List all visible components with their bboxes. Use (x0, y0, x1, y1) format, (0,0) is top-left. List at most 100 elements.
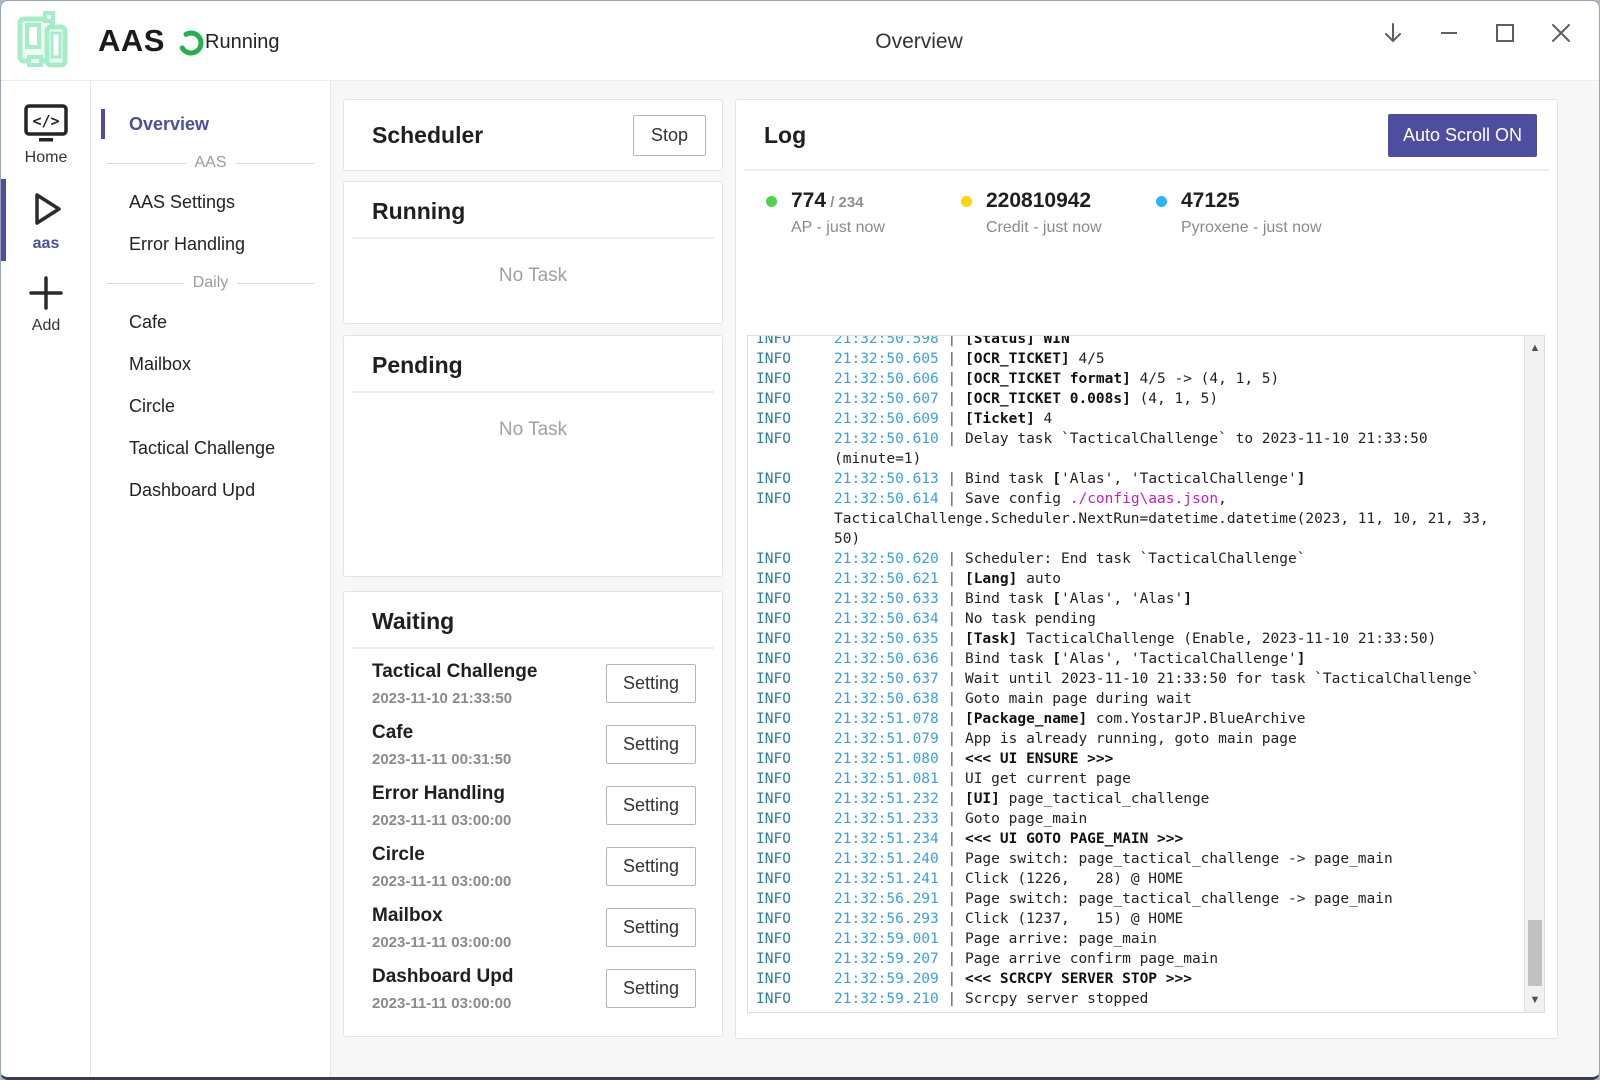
log-separator: | (939, 591, 965, 607)
log-level: INFO (756, 629, 834, 649)
sidebar-item-overview[interactable]: Overview (91, 103, 330, 145)
waiting-task-name: Cafe (372, 722, 511, 744)
window-controls (1371, 13, 1583, 53)
log-level: INFO (756, 869, 834, 889)
setting-button[interactable]: Setting (606, 908, 696, 947)
rail-item-add[interactable]: Add (1, 263, 91, 345)
log-message: 21:32:56.293 | Click (1237, 15) @ HOME (834, 909, 1520, 929)
log-separator: | (939, 411, 965, 427)
log-message: 21:32:50.614 | Save config ./config\aas.… (834, 489, 1520, 549)
log-message: 21:32:50.613 | Bind task ['Alas', 'Tacti… (834, 469, 1520, 489)
stat-value: 47125 (1181, 189, 1239, 212)
waiting-task-info: Error Handling2023-11-11 03:00:00 (372, 783, 511, 829)
log-line: INFO21:32:56.293 | Click (1237, 15) @ HO… (756, 909, 1520, 929)
log-segment: [Status] WIN (965, 336, 1070, 347)
log-segment: [Package_name] (965, 711, 1087, 727)
waiting-task-time: 2023-11-11 03:00:00 (372, 934, 511, 951)
log-segment: Page arrive: page_main (965, 931, 1157, 947)
scheduler-status: Running (205, 31, 280, 54)
sidebar-item-circle[interactable]: Circle (91, 385, 330, 427)
log-level: INFO (756, 409, 834, 429)
log-separator: | (939, 551, 965, 567)
rail-item-home[interactable]: </> Home (1, 93, 91, 177)
log-level: INFO (756, 729, 834, 749)
log-line: INFO21:32:51.081 | UI get current page (756, 769, 1520, 789)
log-segment: 4 (1035, 411, 1052, 427)
setting-button[interactable]: Setting (606, 969, 696, 1008)
log-segment: Scheduler: End task `TacticalChallenge` (965, 551, 1305, 567)
log-message: 21:32:51.232 | [UI] page_tactical_challe… (834, 789, 1520, 809)
scheduler-card: Scheduler Stop (343, 99, 723, 171)
log-lines: INFO21:32:50.598 | [Status] WININFO21:32… (748, 336, 1524, 1009)
sidebar-nav: OverviewAASAAS SettingsError HandlingDai… (91, 81, 331, 1080)
log-message: 21:32:51.080 | <<< UI ENSURE >>> (834, 749, 1520, 769)
rail-item-label: aas (33, 235, 60, 253)
sidebar-group-divider: AAS (107, 154, 314, 172)
log-level: INFO (756, 649, 834, 669)
aas-logo-icon (11, 9, 75, 73)
maximize-icon[interactable] (1483, 13, 1527, 53)
setting-button[interactable]: Setting (606, 664, 696, 703)
scrollbar-thumb[interactable] (1528, 920, 1542, 986)
log-message: 21:32:51.234 | <<< UI GOTO PAGE_MAIN >>> (834, 829, 1520, 849)
stat-dot (766, 196, 777, 207)
setting-button[interactable]: Setting (606, 786, 696, 825)
log-separator: | (939, 371, 965, 387)
log-line: INFO21:32:51.078 | [Package_name] com.Yo… (756, 709, 1520, 729)
setting-button[interactable]: Setting (606, 725, 696, 764)
rail-item-aas[interactable]: aas (1, 177, 91, 263)
waiting-task-row: Mailbox2023-11-11 03:00:00Setting (372, 897, 696, 958)
log-segment: auto (1017, 571, 1061, 587)
sidebar-item-error-handling[interactable]: Error Handling (91, 223, 330, 265)
log-timestamp: 21:32:50.606 (834, 371, 939, 387)
sidebar-item-mailbox[interactable]: Mailbox (91, 343, 330, 385)
app-window: AAS Running Overview (0, 0, 1600, 1080)
log-separator: | (939, 351, 965, 367)
log-separator: | (939, 791, 965, 807)
log-message: 21:32:50.606 | [OCR_TICKET format] 4/5 -… (834, 369, 1520, 389)
scroll-up-icon[interactable]: ▲ (1525, 338, 1545, 358)
sidebar-item-aas-settings[interactable]: AAS Settings (91, 181, 330, 223)
log-timestamp: 21:32:50.633 (834, 591, 939, 607)
stat-item: 47125Pyroxene - just now (1156, 189, 1322, 237)
log-segment: ] (1297, 651, 1306, 667)
scroll-down-icon[interactable]: ▼ (1525, 990, 1545, 1010)
pending-card: Pending No Task (343, 335, 723, 577)
minimize-icon[interactable] (1427, 13, 1471, 53)
waiting-task-time: 2023-11-10 21:33:50 (372, 690, 537, 707)
log-line: INFO21:32:51.234 | <<< UI GOTO PAGE_MAIN… (756, 829, 1520, 849)
log-segment: 4/5 (1070, 351, 1105, 367)
setting-button[interactable]: Setting (606, 847, 696, 886)
stop-button[interactable]: Stop (633, 115, 706, 156)
log-segment: Bind task (965, 591, 1052, 607)
log-message: 21:32:50.638 | Goto main page during wai… (834, 689, 1520, 709)
download-icon[interactable] (1371, 13, 1415, 53)
log-separator: | (939, 851, 965, 867)
log-timestamp: 21:32:51.081 (834, 771, 939, 787)
code-monitor-icon: </> (23, 103, 69, 145)
log-timestamp: 21:32:50.635 (834, 631, 939, 647)
log-scrollbar[interactable]: ▲ ▼ (1524, 336, 1544, 1012)
close-icon[interactable] (1539, 13, 1583, 53)
stat-dot (1156, 196, 1167, 207)
log-message: 21:32:50.621 | [Lang] auto (834, 569, 1520, 589)
sidebar-item-tactical-challenge[interactable]: Tactical Challenge (91, 427, 330, 469)
nav-rail: </> Home aas Add (1, 81, 91, 1080)
log-output[interactable]: INFO21:32:50.598 | [Status] WININFO21:32… (748, 336, 1524, 1012)
log-message: 21:32:50.598 | [Status] WIN (834, 336, 1520, 349)
sidebar-item-cafe[interactable]: Cafe (91, 301, 330, 343)
sidebar-item-dashboard-upd[interactable]: Dashboard Upd (91, 469, 330, 511)
waiting-task-info: Cafe2023-11-11 00:31:50 (372, 722, 511, 768)
log-line: INFO21:32:51.240 | Page switch: page_tac… (756, 849, 1520, 869)
waiting-task-info: Circle2023-11-11 03:00:00 (372, 844, 511, 890)
auto-scroll-button[interactable]: Auto Scroll ON (1388, 114, 1537, 157)
log-card: Log Auto Scroll ON 774 / 234AP - just no… (735, 99, 1558, 1039)
log-line: INFO21:32:50.635 | [Task] TacticalChalle… (756, 629, 1520, 649)
log-timestamp: 21:32:51.241 (834, 871, 939, 887)
log-line: INFO21:32:50.613 | Bind task ['Alas', 'T… (756, 469, 1520, 489)
waiting-task-info: Tactical Challenge2023-11-10 21:33:50 (372, 661, 537, 707)
log-level: INFO (756, 849, 834, 869)
stat-extra: / 234 (826, 194, 864, 211)
log-line: INFO21:32:50.620 | Scheduler: End task `… (756, 549, 1520, 569)
log-separator: | (939, 931, 965, 947)
